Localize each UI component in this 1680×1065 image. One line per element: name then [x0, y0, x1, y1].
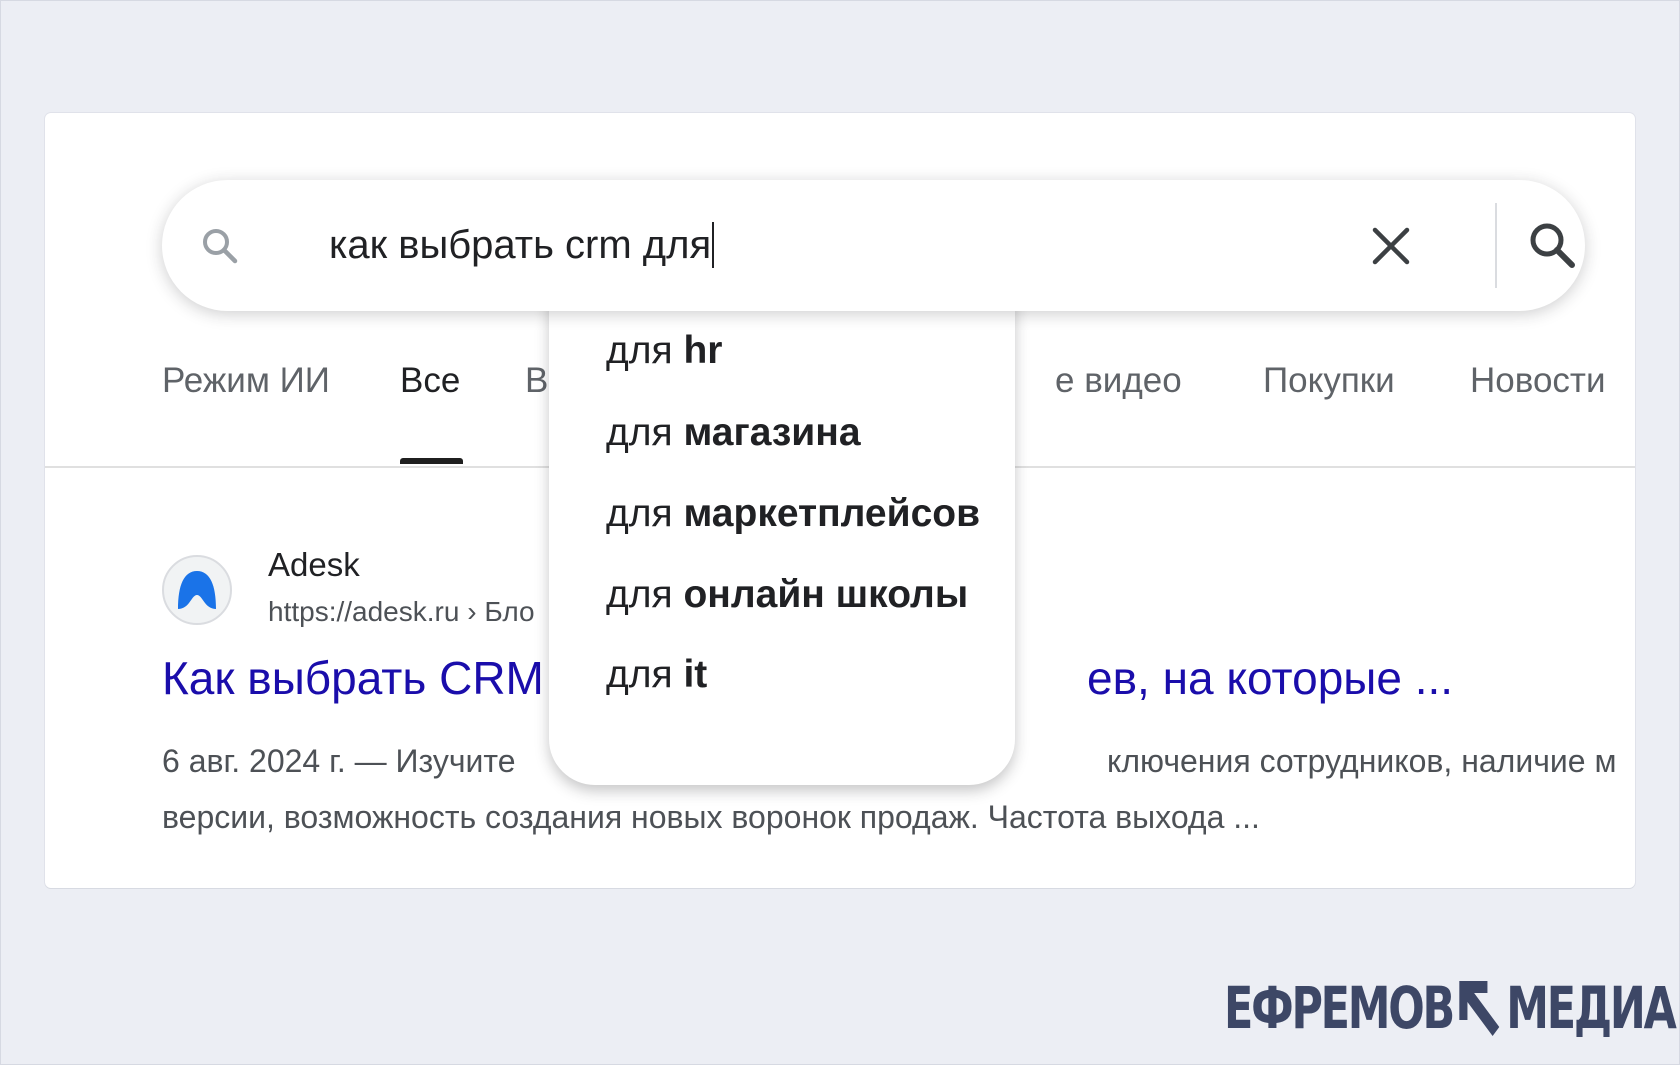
- logo-right-text: МЕДИА: [1506, 974, 1677, 1042]
- logo-left-text: ЕФРЕМОВ: [1224, 974, 1455, 1042]
- arrow-up-left-icon: [1457, 979, 1500, 1037]
- brand-logo: ЕФРЕМОВ МЕДИА: [1224, 974, 1677, 1042]
- snippet-line1-left: — Изучите: [345, 743, 516, 779]
- tab-shopping[interactable]: Покупки: [1263, 351, 1395, 411]
- tab-videos[interactable]: е видео: [1055, 351, 1182, 411]
- search-results-card: как выбрать crm для для hr для магазина …: [45, 113, 1635, 888]
- suggestion-prefix: для: [606, 329, 684, 372]
- suggestion-prefix: для: [606, 411, 684, 454]
- suggestion-item[interactable]: для онлайн школы: [606, 567, 968, 623]
- clear-icon[interactable]: [1367, 222, 1415, 270]
- snippet-line2: версии, возможность создания новых ворон…: [162, 799, 1260, 835]
- result-title-link[interactable]: Как выбрать CRM ев, на которые ...: [162, 648, 1453, 708]
- tab-all[interactable]: Все: [400, 351, 460, 411]
- search-box[interactable]: как выбрать crm для: [162, 180, 1585, 311]
- suggestion-item[interactable]: для hr: [606, 323, 722, 379]
- tab-news[interactable]: Новости: [1470, 351, 1606, 411]
- suggestion-prefix: для: [606, 653, 684, 696]
- search-icon: [200, 226, 240, 266]
- site-url[interactable]: https://adesk.ru › Бло: [268, 593, 535, 631]
- result-title-right[interactable]: ев, на которые ...: [1087, 648, 1453, 708]
- search-query-text: как выбрать crm для: [329, 223, 712, 267]
- suggestion-item[interactable]: для маркетплейсов: [606, 486, 980, 542]
- suggestion-prefix: для: [606, 573, 684, 616]
- snippet-line1-right: ключения сотрудников, наличие м: [1107, 743, 1617, 779]
- suggestion-completion: hr: [683, 329, 723, 372]
- suggestion-completion: онлайн школы: [683, 573, 969, 616]
- suggestion-completion: маркетплейсов: [683, 492, 981, 535]
- autocomplete-dropdown: для hr для магазина для маркетплейсов дл…: [549, 293, 1039, 785]
- site-name[interactable]: Adesk: [268, 543, 360, 587]
- tab-ai-mode[interactable]: Режим ИИ: [162, 351, 330, 411]
- search-input[interactable]: как выбрать crm для: [329, 219, 715, 271]
- suggestion-item[interactable]: для it: [606, 647, 707, 703]
- site-favicon[interactable]: [162, 555, 232, 625]
- suggestion-completion: it: [683, 653, 708, 696]
- tab-partial[interactable]: В: [525, 351, 548, 411]
- suggestion-completion: магазина: [683, 411, 861, 454]
- suggestion-prefix: для: [606, 492, 684, 535]
- text-caret: [712, 222, 715, 268]
- suggestion-item[interactable]: для магазина: [606, 405, 861, 461]
- result-title-left[interactable]: Как выбрать CRM: [162, 652, 544, 704]
- search-submit-icon[interactable]: [1527, 220, 1579, 272]
- search-box-divider: [1495, 203, 1497, 288]
- snippet-date: 6 авг. 2024 г.: [162, 743, 346, 779]
- active-tab-indicator: [400, 458, 463, 464]
